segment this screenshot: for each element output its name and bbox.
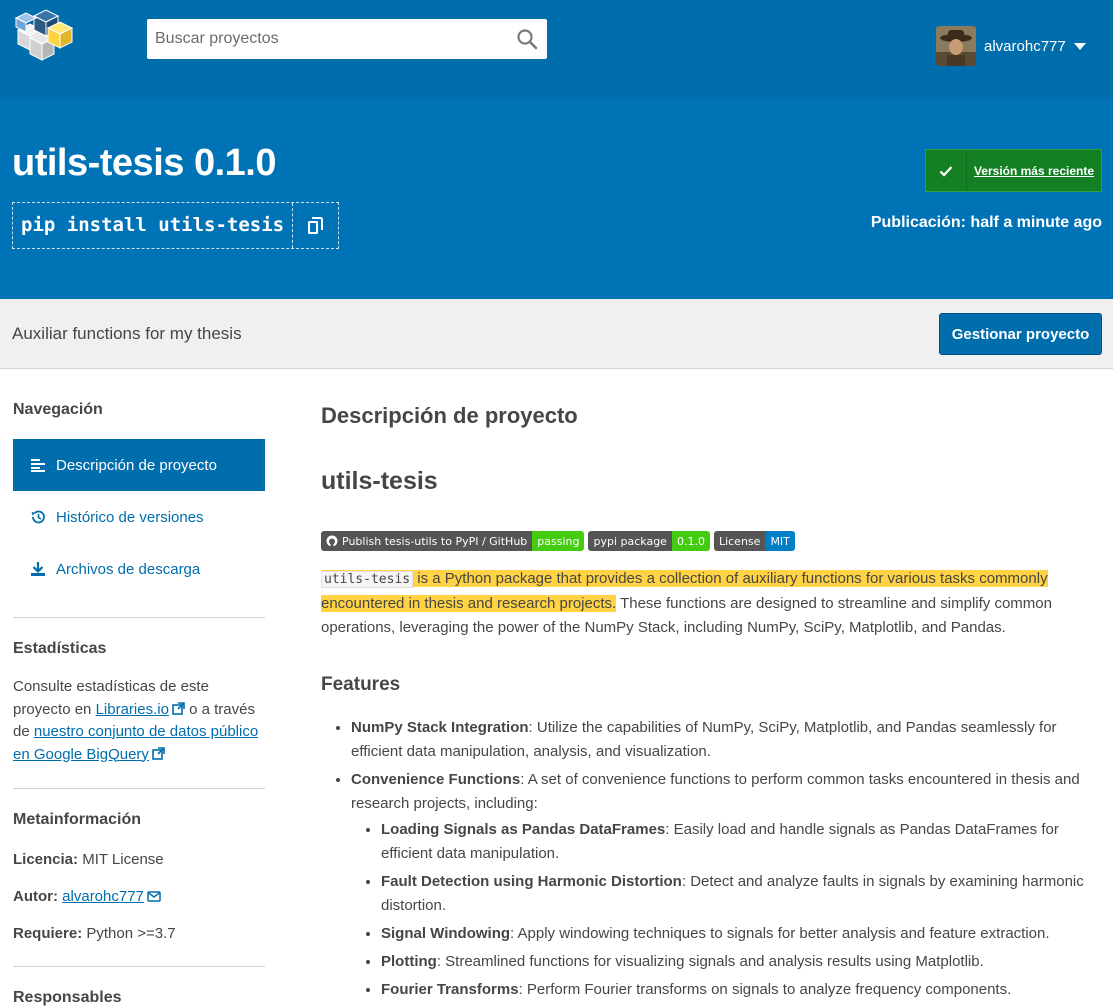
license-badge-label: License — [713, 531, 766, 551]
features-list: NumPy Stack Integration: Utilize the cap… — [321, 716, 1101, 1006]
copy-button[interactable] — [292, 203, 336, 248]
feature-title: Convenience Functions — [351, 771, 521, 788]
sidebar-item-label: Archivos de descarga — [56, 560, 201, 578]
divider — [13, 788, 265, 789]
envelope-icon — [147, 891, 161, 902]
feature-title: Plotting — [381, 953, 437, 970]
license-row: Licencia: MIT License — [13, 851, 164, 868]
section-title: Descripción de proyecto — [321, 403, 578, 428]
avatar[interactable] — [936, 26, 976, 66]
external-link-icon — [172, 701, 185, 715]
readme-title: utils-tesis — [321, 467, 438, 495]
license-badge-value: MIT — [765, 531, 795, 551]
top-header: alvarohc777 — [0, 0, 1113, 98]
feature-title: Signal Windowing — [381, 925, 511, 942]
sidebar-item-label: Histórico de versiones — [56, 508, 204, 526]
requires-label: Requiere: — [13, 925, 83, 942]
chevron-down-icon[interactable] — [1073, 42, 1086, 50]
username[interactable]: alvarohc777 — [984, 38, 1066, 55]
license-value: MIT License — [82, 851, 164, 868]
align-left-icon — [31, 459, 45, 472]
license-label: Licencia: — [13, 851, 79, 868]
check-icon — [926, 150, 967, 191]
statistics-heading: Estadísticas — [13, 640, 107, 657]
package-summary-bar: Auxiliar functions for my thesis Gestion… — [0, 299, 1113, 369]
meta-heading: Metainformación — [13, 811, 142, 828]
list-item: Plotting: Streamlined functions for visu… — [381, 950, 1101, 974]
download-icon — [31, 562, 45, 576]
author-label: Autor: — [13, 888, 58, 905]
features-heading: Features — [321, 674, 401, 695]
intro-paragraph: utils-tesis is a Python package that pro… — [321, 567, 1081, 640]
latest-version-button[interactable]: Versión más reciente — [925, 149, 1102, 192]
sidebar-item-download-files[interactable]: Archivos de descarga — [13, 543, 265, 595]
ci-badge[interactable]: Publish tesis-utils to PyPI / GitHub pas… — [321, 531, 585, 551]
user-menu[interactable]: alvarohc777 — [936, 25, 1086, 67]
manage-project-button[interactable]: Gestionar proyecto — [939, 313, 1102, 355]
latest-version-label[interactable]: Versión más reciente — [967, 150, 1101, 191]
package-header: utils-tesis 0.1.0 pip install utils-tesi… — [0, 98, 1113, 299]
pypi-badge-value: 0.1.0 — [671, 531, 710, 551]
pip-install-box: pip install utils-tesis — [12, 202, 339, 249]
license-badge[interactable]: License MIT — [713, 531, 795, 551]
sidebar-nav: Descripción de proyecto Histórico de ver… — [13, 439, 265, 595]
author-link[interactable]: alvarohc777 — [62, 888, 144, 905]
sidebar-item-release-history[interactable]: Histórico de versiones — [13, 491, 265, 543]
maintainers-heading: Responsables — [13, 989, 122, 1006]
author-row: Autor: alvarohc777 — [13, 888, 161, 905]
list-item: NumPy Stack Integration: Utilize the cap… — [351, 716, 1101, 764]
sidebar-item-label: Descripción de proyecto — [56, 456, 217, 474]
divider — [13, 966, 265, 967]
feature-text: : Perform Fourier transforms on signals … — [518, 981, 1012, 998]
list-item: Loading Signals as Pandas DataFrames: Ea… — [381, 818, 1101, 866]
feature-title: Fourier Transforms — [381, 981, 519, 998]
pypi-badge-label: pypi package — [588, 531, 672, 551]
feature-title: NumPy Stack Integration — [351, 719, 529, 736]
sidebar-item-description[interactable]: Descripción de proyecto — [13, 439, 265, 491]
list-item: Signal Windowing: Apply windowing techni… — [381, 922, 1101, 946]
feature-title: Fault Detection using Harmonic Distortio… — [381, 873, 682, 890]
search-icon[interactable] — [515, 27, 539, 51]
pypi-badge[interactable]: pypi package 0.1.0 — [588, 531, 710, 551]
badge-text: Publish tesis-utils to PyPI / GitHub — [342, 534, 528, 548]
divider — [13, 617, 265, 618]
pypi-logo[interactable] — [12, 8, 80, 66]
requires-value: Python >=3.7 — [86, 925, 176, 942]
list-item: Fault Detection using Harmonic Distortio… — [381, 870, 1101, 918]
libraries-io-link[interactable]: Libraries.io — [96, 701, 169, 718]
package-summary: Auxiliar functions for my thesis — [12, 324, 242, 343]
package-title: utils-tesis 0.1.0 — [12, 142, 276, 184]
release-date: Publicación: half a minute ago — [870, 214, 1102, 231]
list-item: Fourier Transforms: Perform Fourier tran… — [381, 978, 1101, 1002]
list-item: Convenience Functions: A set of convenie… — [351, 768, 1101, 1002]
badges: Publish tesis-utils to PyPI / GitHub pas… — [321, 531, 795, 551]
ci-badge-status: passing — [532, 531, 585, 551]
statistics-text: Consulte estadísticas de este proyecto e… — [13, 676, 265, 766]
external-link-icon — [152, 746, 165, 760]
feature-title: Loading Signals as Pandas DataFrames — [381, 821, 666, 838]
requires-row: Requiere: Python >=3.7 — [13, 925, 176, 942]
ci-badge-label: Publish tesis-utils to PyPI / GitHub — [321, 531, 533, 551]
inline-code: utils-tesis — [321, 571, 414, 588]
feature-text: : Apply windowing techniques to signals … — [510, 925, 1050, 942]
history-icon — [31, 510, 45, 524]
copy-icon — [307, 216, 323, 234]
feature-text: : Streamlined functions for visualizing … — [436, 953, 984, 970]
search-box — [147, 19, 547, 59]
navigation-heading: Navegación — [13, 401, 103, 418]
github-icon — [326, 535, 338, 547]
bigquery-link[interactable]: nuestro conjunto de datos público en Goo… — [13, 723, 258, 763]
pip-command[interactable]: pip install utils-tesis — [13, 203, 292, 248]
search-input[interactable] — [147, 19, 547, 59]
